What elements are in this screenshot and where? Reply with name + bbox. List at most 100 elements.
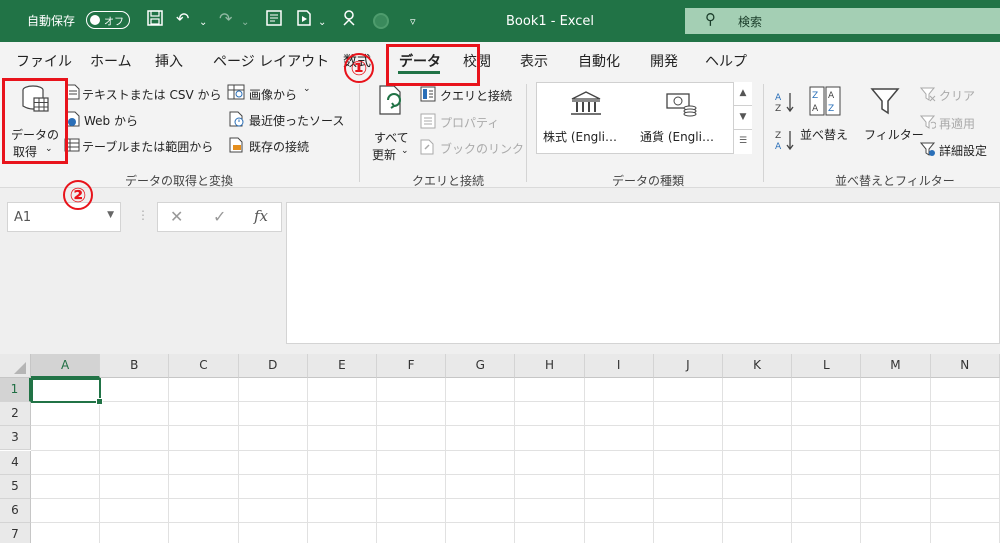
- cell-n4[interactable]: [930, 450, 1000, 475]
- tab-file[interactable]: ファイル: [16, 51, 72, 71]
- cell-c2[interactable]: [169, 402, 239, 427]
- redo-icon[interactable]: ↷: [219, 9, 232, 29]
- column-header-g[interactable]: G: [446, 354, 516, 378]
- cell-c6[interactable]: [169, 499, 239, 524]
- cell-n2[interactable]: [930, 402, 1000, 427]
- cell-f1[interactable]: [377, 378, 447, 403]
- from-text-csv-button[interactable]: テキストまたは CSV から: [82, 86, 221, 103]
- tab-home[interactable]: ホーム: [90, 51, 132, 71]
- name-box[interactable]: A1 ▼: [7, 202, 121, 232]
- filter-button[interactable]: フィルター: [862, 86, 924, 156]
- cell-i1[interactable]: [584, 378, 654, 403]
- from-web-button[interactable]: Web から: [84, 112, 138, 129]
- cell-f3[interactable]: [377, 426, 447, 451]
- cell-a3[interactable]: [31, 426, 101, 451]
- cell-d1[interactable]: [238, 378, 308, 403]
- row-header-7[interactable]: 7: [0, 523, 31, 543]
- drag-handle-icon[interactable]: ⋮: [137, 208, 149, 222]
- cell-h6[interactable]: [515, 499, 585, 524]
- currencies-button[interactable]: 通貨 (Engli…: [637, 86, 732, 152]
- column-header-l[interactable]: L: [792, 354, 862, 378]
- cell-g7[interactable]: [446, 523, 516, 543]
- cell-e2[interactable]: [307, 402, 377, 427]
- chevron-down-icon[interactable]: ▼: [107, 210, 114, 220]
- cell-c1[interactable]: [169, 378, 239, 403]
- scroll-up-icon[interactable]: ▲: [734, 82, 752, 106]
- cell-j7[interactable]: [654, 523, 723, 543]
- cell-a2[interactable]: [31, 402, 101, 427]
- cell-i6[interactable]: [584, 499, 654, 524]
- cell-i4[interactable]: [584, 450, 654, 475]
- cell-g5[interactable]: [446, 474, 516, 499]
- save-icon[interactable]: [146, 9, 164, 32]
- existing-connections-button[interactable]: 既存の接続: [249, 138, 309, 155]
- column-header-j[interactable]: J: [653, 354, 723, 378]
- cell-h3[interactable]: [515, 426, 585, 451]
- tab-developer[interactable]: 開発: [650, 51, 678, 71]
- cell-n5[interactable]: [930, 474, 1000, 499]
- cell-k3[interactable]: [723, 426, 793, 451]
- cell-f5[interactable]: [377, 474, 447, 499]
- tab-insert[interactable]: 挿入: [155, 51, 183, 71]
- row-header-6[interactable]: 6: [0, 499, 31, 523]
- formula-input[interactable]: [286, 202, 1000, 344]
- cell-m2[interactable]: [861, 402, 931, 427]
- cell-e7[interactable]: [308, 523, 377, 543]
- data-types-scroll[interactable]: ▲ ▼ ☰: [733, 82, 752, 154]
- cell-b4[interactable]: [100, 450, 170, 475]
- undo-dropdown-icon[interactable]: ⌄: [199, 13, 207, 33]
- column-header-e[interactable]: E: [307, 354, 377, 378]
- cell-d4[interactable]: [238, 450, 308, 475]
- column-header-n[interactable]: N: [930, 354, 1000, 378]
- sort-desc-icon[interactable]: ZA: [774, 128, 796, 155]
- cell-d7[interactable]: [239, 523, 308, 543]
- cell-c7[interactable]: [169, 523, 239, 543]
- cell-n6[interactable]: [930, 499, 1000, 524]
- column-header-f[interactable]: F: [377, 354, 447, 378]
- stocks-button[interactable]: 株式 (Engli…: [540, 86, 635, 152]
- cell-j5[interactable]: [653, 474, 723, 499]
- from-table-button[interactable]: テーブルまたは範囲から: [82, 138, 213, 155]
- cell-c4[interactable]: [169, 450, 239, 475]
- column-header-b[interactable]: B: [100, 354, 170, 378]
- from-image-button[interactable]: 画像から: [249, 86, 297, 103]
- row-header-2[interactable]: 2: [0, 402, 31, 427]
- cell-f6[interactable]: [377, 499, 447, 524]
- cell-e6[interactable]: [307, 499, 377, 524]
- cell-m4[interactable]: [861, 450, 931, 475]
- redo-dropdown-icon[interactable]: ⌄: [241, 13, 249, 33]
- accessibility-icon[interactable]: [341, 9, 359, 32]
- from-image-dropdown-icon[interactable]: ⌄: [303, 84, 311, 94]
- cell-e1[interactable]: [307, 378, 377, 403]
- column-header-a[interactable]: A: [31, 354, 101, 378]
- cell-j1[interactable]: [653, 378, 723, 403]
- reapply-button[interactable]: 再適用: [939, 115, 975, 132]
- cell-m6[interactable]: [861, 499, 931, 524]
- cell-g2[interactable]: [446, 402, 516, 427]
- cell-e4[interactable]: [307, 450, 377, 475]
- more-icon[interactable]: ☰: [734, 130, 752, 154]
- cell-l2[interactable]: [792, 402, 862, 427]
- cell-f4[interactable]: [377, 450, 447, 475]
- column-header-k[interactable]: K: [723, 354, 793, 378]
- advanced-filter-button[interactable]: 詳細設定: [939, 142, 987, 159]
- cell-j4[interactable]: [653, 450, 723, 475]
- row-header-3[interactable]: 3: [0, 426, 31, 451]
- cell-k4[interactable]: [723, 450, 793, 475]
- column-header-h[interactable]: H: [515, 354, 585, 378]
- cell-k5[interactable]: [723, 474, 793, 499]
- column-header-i[interactable]: I: [584, 354, 654, 378]
- cell-n3[interactable]: [930, 426, 1000, 451]
- cell-d3[interactable]: [238, 426, 308, 451]
- cell-j6[interactable]: [653, 499, 723, 524]
- edit-links-button[interactable]: ブックのリンク: [440, 140, 524, 157]
- refresh-all-button[interactable]: すべて 更新 ⌄: [366, 84, 414, 164]
- cell-h5[interactable]: [515, 474, 585, 499]
- cell-d5[interactable]: [238, 474, 308, 499]
- recent-sources-button[interactable]: 最近使ったソース: [249, 112, 344, 129]
- cell-g1[interactable]: [446, 378, 516, 403]
- autosave-toggle[interactable]: オフ: [86, 11, 130, 29]
- macro-dropdown-icon[interactable]: ⌄: [318, 13, 326, 33]
- row-header-1[interactable]: 1: [0, 378, 31, 402]
- cell-e3[interactable]: [307, 426, 377, 451]
